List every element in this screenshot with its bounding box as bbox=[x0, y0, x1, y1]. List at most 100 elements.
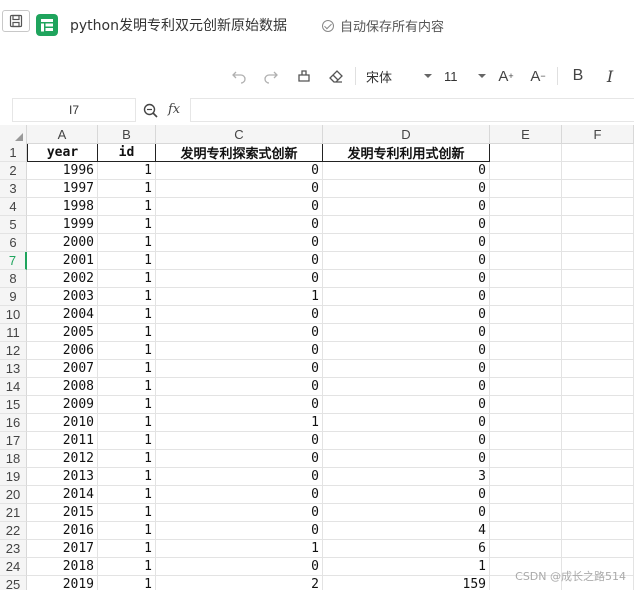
table-cell[interactable] bbox=[490, 270, 562, 288]
table-cell[interactable]: 0 bbox=[323, 432, 490, 450]
table-cell[interactable]: 1 bbox=[98, 270, 156, 288]
row-header[interactable]: 17 bbox=[0, 432, 27, 450]
table-cell[interactable] bbox=[562, 396, 634, 414]
table-cell[interactable]: 2018 bbox=[27, 558, 98, 576]
header-cell[interactable]: 发明专利利用式创新 bbox=[323, 144, 490, 162]
row-header[interactable]: 11 bbox=[0, 324, 27, 342]
formula-input[interactable] bbox=[190, 98, 634, 122]
table-cell[interactable]: 0 bbox=[323, 234, 490, 252]
table-cell[interactable]: 1 bbox=[98, 306, 156, 324]
table-cell[interactable] bbox=[562, 162, 634, 180]
table-cell[interactable]: 0 bbox=[323, 306, 490, 324]
table-cell[interactable] bbox=[490, 468, 562, 486]
table-cell[interactable]: 1 bbox=[98, 504, 156, 522]
table-cell[interactable] bbox=[562, 324, 634, 342]
table-cell[interactable]: 2013 bbox=[27, 468, 98, 486]
table-cell[interactable]: 0 bbox=[156, 324, 323, 342]
table-cell[interactable]: 1 bbox=[98, 360, 156, 378]
table-cell[interactable] bbox=[562, 522, 634, 540]
redo-icon[interactable] bbox=[261, 66, 281, 86]
table-cell[interactable] bbox=[490, 252, 562, 270]
table-cell[interactable] bbox=[490, 306, 562, 324]
table-cell[interactable] bbox=[490, 216, 562, 234]
row-header[interactable]: 1 bbox=[0, 144, 27, 162]
table-cell[interactable]: 0 bbox=[156, 522, 323, 540]
header-cell[interactable]: id bbox=[98, 144, 156, 162]
column-header-c[interactable]: C bbox=[156, 125, 323, 144]
row-header[interactable]: 16 bbox=[0, 414, 27, 432]
table-cell[interactable] bbox=[490, 342, 562, 360]
table-cell[interactable] bbox=[490, 432, 562, 450]
table-cell[interactable] bbox=[490, 486, 562, 504]
table-cell[interactable] bbox=[562, 360, 634, 378]
table-cell[interactable]: 1 bbox=[98, 468, 156, 486]
table-cell[interactable]: 1 bbox=[98, 234, 156, 252]
row-header[interactable]: 3 bbox=[0, 180, 27, 198]
table-cell[interactable]: 0 bbox=[156, 306, 323, 324]
search-icon[interactable] bbox=[142, 102, 160, 120]
table-cell[interactable]: 1996 bbox=[27, 162, 98, 180]
row-header[interactable]: 13 bbox=[0, 360, 27, 378]
table-cell[interactable]: 0 bbox=[323, 198, 490, 216]
table-cell[interactable]: 1 bbox=[98, 198, 156, 216]
table-cell[interactable]: 1 bbox=[98, 216, 156, 234]
table-cell[interactable]: 2007 bbox=[27, 360, 98, 378]
table-cell[interactable] bbox=[562, 504, 634, 522]
table-cell[interactable] bbox=[562, 432, 634, 450]
row-header[interactable]: 15 bbox=[0, 396, 27, 414]
table-cell[interactable]: 0 bbox=[156, 180, 323, 198]
column-header-f[interactable]: F bbox=[562, 125, 634, 144]
table-cell[interactable]: 0 bbox=[156, 504, 323, 522]
row-header[interactable]: 10 bbox=[0, 306, 27, 324]
table-cell[interactable] bbox=[490, 324, 562, 342]
table-cell[interactable]: 0 bbox=[156, 486, 323, 504]
table-cell[interactable]: 0 bbox=[323, 342, 490, 360]
table-cell[interactable]: 2010 bbox=[27, 414, 98, 432]
table-cell[interactable] bbox=[562, 486, 634, 504]
table-cell[interactable]: 0 bbox=[156, 162, 323, 180]
table-cell[interactable]: 2017 bbox=[27, 540, 98, 558]
table-cell[interactable]: 0 bbox=[156, 252, 323, 270]
table-cell[interactable]: 2000 bbox=[27, 234, 98, 252]
table-cell[interactable]: 2014 bbox=[27, 486, 98, 504]
row-header[interactable]: 12 bbox=[0, 342, 27, 360]
table-cell[interactable] bbox=[562, 342, 634, 360]
table-cell[interactable]: 2006 bbox=[27, 342, 98, 360]
table-cell[interactable]: 2001 bbox=[27, 252, 98, 270]
save-button[interactable] bbox=[2, 10, 30, 32]
table-cell[interactable]: 1 bbox=[98, 180, 156, 198]
table-cell[interactable]: 0 bbox=[156, 234, 323, 252]
table-cell[interactable] bbox=[562, 180, 634, 198]
table-cell[interactable]: 1 bbox=[98, 378, 156, 396]
table-cell[interactable]: 1 bbox=[98, 522, 156, 540]
table-cell[interactable]: 1999 bbox=[27, 216, 98, 234]
column-header-e[interactable]: E bbox=[490, 125, 562, 144]
table-cell[interactable]: 1 bbox=[98, 450, 156, 468]
table-cell[interactable]: 0 bbox=[323, 414, 490, 432]
table-cell[interactable] bbox=[490, 144, 562, 162]
document-title[interactable]: python发明专利双元创新原始数据 bbox=[70, 15, 287, 35]
table-cell[interactable]: 1997 bbox=[27, 180, 98, 198]
table-cell[interactable] bbox=[490, 288, 562, 306]
row-header[interactable]: 24 bbox=[0, 558, 27, 576]
table-cell[interactable]: 1 bbox=[98, 252, 156, 270]
row-header[interactable]: 23 bbox=[0, 540, 27, 558]
table-cell[interactable] bbox=[562, 216, 634, 234]
table-cell[interactable]: 1 bbox=[156, 414, 323, 432]
table-cell[interactable]: 0 bbox=[323, 216, 490, 234]
column-header-a[interactable]: A bbox=[27, 125, 98, 144]
table-cell[interactable] bbox=[490, 378, 562, 396]
table-cell[interactable]: 2009 bbox=[27, 396, 98, 414]
spreadsheet-grid[interactable]: A B C D E F 1 year id 发明专利探索式创新 发明专利利用式创新 2 1996 1 0 0 3… bbox=[0, 125, 634, 590]
row-header[interactable]: 7 bbox=[0, 252, 27, 270]
row-header[interactable]: 4 bbox=[0, 198, 27, 216]
table-cell[interactable]: 1 bbox=[156, 288, 323, 306]
table-cell[interactable]: 0 bbox=[323, 450, 490, 468]
table-cell[interactable] bbox=[562, 414, 634, 432]
table-cell[interactable]: 2015 bbox=[27, 504, 98, 522]
row-header[interactable]: 2 bbox=[0, 162, 27, 180]
table-cell[interactable] bbox=[490, 396, 562, 414]
row-header[interactable]: 6 bbox=[0, 234, 27, 252]
table-cell[interactable] bbox=[490, 450, 562, 468]
table-cell[interactable]: 0 bbox=[323, 324, 490, 342]
